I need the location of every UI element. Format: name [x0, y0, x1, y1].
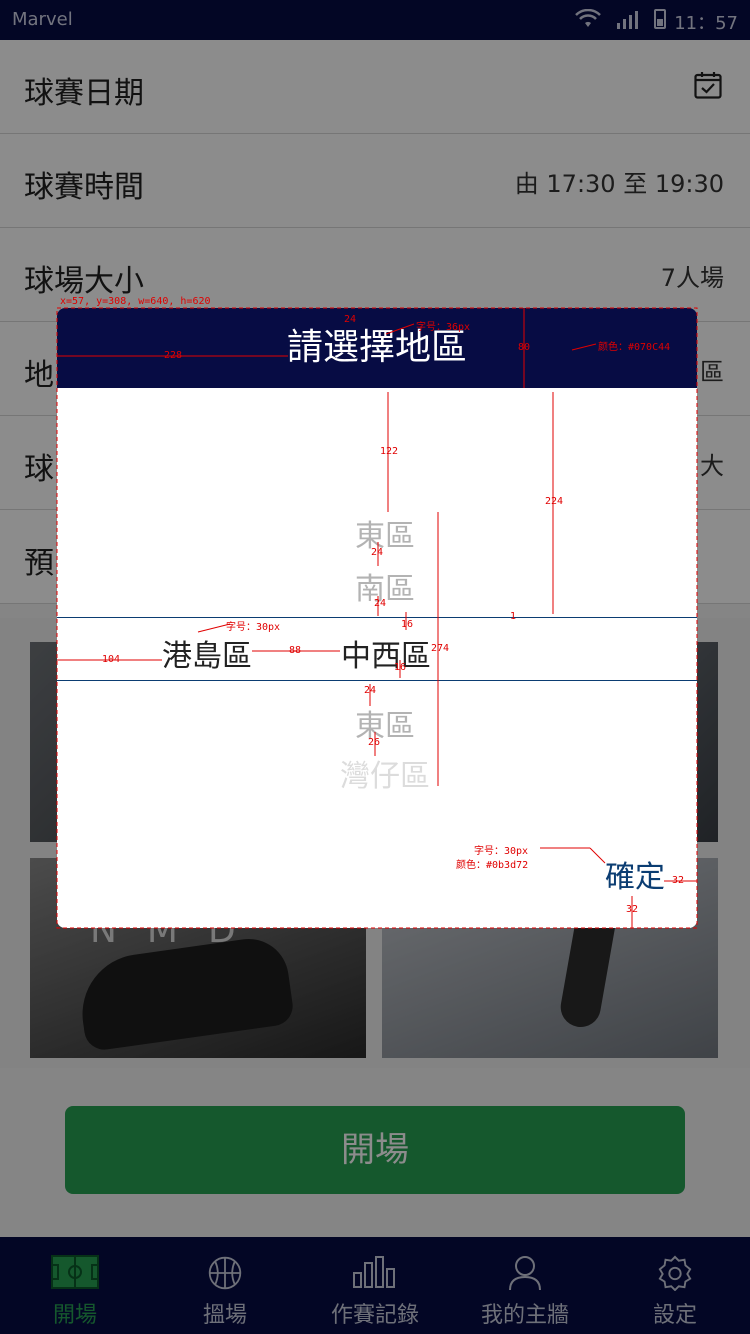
picker-district-item[interactable]: 東區 [355, 701, 415, 745]
confirm-button[interactable]: 確定 [605, 852, 665, 896]
selection-line-bottom [57, 680, 697, 681]
picker-district-item-selected[interactable]: 中西區 [341, 631, 431, 675]
dialog-title: 請選擇地區 [57, 308, 697, 388]
picker-district-item[interactable]: 灣仔區 [340, 751, 430, 795]
district-picker-dialog: 請選擇地區 港島區 東區 南區 中西區 東區 灣仔區 確定 [57, 308, 697, 928]
picker-region-item[interactable]: 港島區 [162, 631, 252, 675]
picker-district-item[interactable]: 南區 [355, 564, 415, 608]
picker-district-item[interactable]: 東區 [355, 511, 415, 555]
district-picker[interactable]: 港島區 東區 南區 中西區 東區 灣仔區 [57, 388, 697, 828]
selection-line-top [57, 617, 697, 618]
